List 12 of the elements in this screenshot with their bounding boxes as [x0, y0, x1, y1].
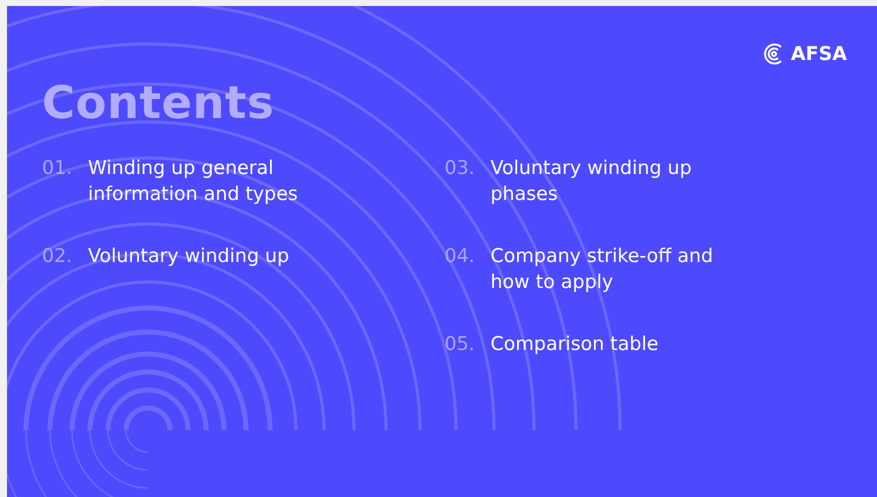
- logo-text: AFSA: [790, 43, 847, 65]
- item-number: 05.: [444, 332, 476, 357]
- item-number: 02.: [42, 244, 74, 269]
- contents-item: Winding up general information and types: [88, 156, 299, 207]
- contents-item: Voluntary winding up: [88, 244, 290, 269]
- slide-title: Contents: [42, 76, 276, 129]
- contents-item: Comparison table: [490, 332, 660, 357]
- contents-item: Company strike-off and how to apply: [490, 244, 714, 295]
- item-number: 04.: [444, 244, 476, 269]
- contents-item: Voluntary winding up phases: [490, 156, 693, 207]
- item-number: 01.: [42, 156, 74, 181]
- item-number: 03.: [444, 156, 476, 181]
